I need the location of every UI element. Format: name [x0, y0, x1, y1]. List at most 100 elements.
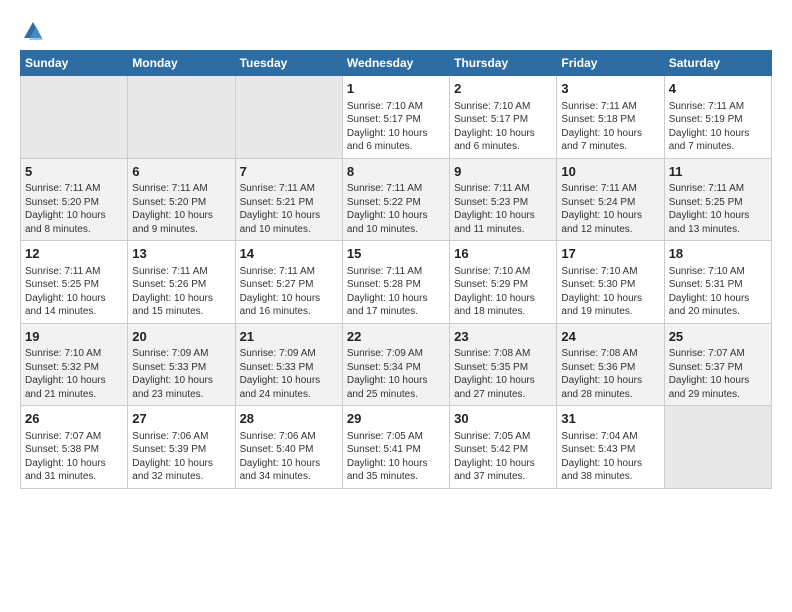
calendar-cell: 12Sunrise: 7:11 AMSunset: 5:25 PMDayligh… [21, 241, 128, 324]
calendar-week-row: 1Sunrise: 7:10 AMSunset: 5:17 PMDaylight… [21, 76, 772, 159]
sunrise-text: Sunrise: 7:11 AM [454, 183, 529, 194]
daylight-text: Daylight: 10 hours and 16 minutes. [240, 293, 321, 318]
day-number: 16 [454, 245, 552, 263]
sunrise-text: Sunrise: 7:08 AM [561, 348, 637, 359]
day-number: 13 [132, 245, 230, 263]
sunset-text: Sunset: 5:38 PM [25, 444, 99, 455]
daylight-text: Daylight: 10 hours and 25 minutes. [347, 375, 428, 400]
daylight-text: Daylight: 10 hours and 19 minutes. [561, 293, 642, 318]
weekday-header: Tuesday [235, 51, 342, 76]
day-number: 2 [454, 80, 552, 98]
weekday-header: Sunday [21, 51, 128, 76]
calendar-week-row: 19Sunrise: 7:10 AMSunset: 5:32 PMDayligh… [21, 323, 772, 406]
day-number: 26 [25, 410, 123, 428]
sunset-text: Sunset: 5:20 PM [132, 197, 206, 208]
calendar-cell: 24 Sunrise: 7:08 AM Sunset: 5:36 PM Dayligh… [557, 323, 664, 406]
calendar-cell: 1Sunrise: 7:10 AMSunset: 5:17 PMDaylight… [342, 76, 449, 159]
day-number: 29 [347, 410, 445, 428]
sunset-text: Sunset: 5:33 PM [132, 362, 206, 373]
sunrise-text: Sunrise: 7:07 AM [669, 348, 745, 359]
sunrise-text: Sunrise: 7:11 AM [561, 101, 636, 112]
calendar-cell: 3Sunrise: 7:11 AMSunset: 5:18 PMDaylight… [557, 76, 664, 159]
logo [20, 20, 44, 42]
sunset-text: Sunset: 5:31 PM [669, 279, 743, 290]
sunset-text: Sunset: 5:18 PM [561, 114, 635, 125]
sunrise-text: Sunrise: 7:11 AM [240, 266, 315, 277]
sunset-text: Sunset: 5:24 PM [561, 197, 635, 208]
sunrise-text: Sunrise: 7:04 AM [561, 431, 637, 442]
day-number: 9 [454, 163, 552, 181]
day-number: 21 [240, 328, 338, 346]
daylight-text: Daylight: 10 hours and 28 minutes. [561, 375, 642, 400]
sunrise-text: Sunrise: 7:09 AM [240, 348, 316, 359]
calendar-cell [21, 76, 128, 159]
calendar-cell: 13Sunrise: 7:11 AMSunset: 5:26 PMDayligh… [128, 241, 235, 324]
calendar-cell [235, 76, 342, 159]
sunrise-text: Sunrise: 7:11 AM [347, 183, 422, 194]
weekday-header: Monday [128, 51, 235, 76]
day-number: 25 [669, 328, 767, 346]
calendar-cell: 28Sunrise: 7:06 AMSunset: 5:40 PMDayligh… [235, 406, 342, 489]
sunset-text: Sunset: 5:35 PM [454, 362, 528, 373]
daylight-text: Daylight: 10 hours and 23 minutes. [132, 375, 213, 400]
sunrise-text: Sunrise: 7:05 AM [454, 431, 530, 442]
calendar-cell: 5Sunrise: 7:11 AMSunset: 5:20 PMDaylight… [21, 158, 128, 241]
sunset-text: Sunset: 5:25 PM [669, 197, 743, 208]
sunrise-text: Sunrise: 7:11 AM [669, 183, 744, 194]
day-number: 7 [240, 163, 338, 181]
daylight-text: Daylight: 10 hours and 13 minutes. [669, 210, 750, 235]
day-number: 5 [25, 163, 123, 181]
sunrise-text: Sunrise: 7:09 AM [347, 348, 423, 359]
calendar-cell: 25Sunrise: 7:07 AMSunset: 5:37 PMDayligh… [664, 323, 771, 406]
day-number: 27 [132, 410, 230, 428]
daylight-text: Daylight: 10 hours and 37 minutes. [454, 458, 535, 483]
day-number: 24 [561, 328, 659, 346]
sunset-text: Sunset: 5:32 PM [25, 362, 99, 373]
sunset-text: Sunset: 5:34 PM [347, 362, 421, 373]
sunset-text: Sunset: 5:22 PM [347, 197, 421, 208]
day-number: 14 [240, 245, 338, 263]
calendar-cell: 14Sunrise: 7:11 AMSunset: 5:27 PMDayligh… [235, 241, 342, 324]
daylight-text: Daylight: 10 hours and 17 minutes. [347, 293, 428, 318]
daylight-text: Daylight: 10 hours and 14 minutes. [25, 293, 106, 318]
calendar-cell: 16Sunrise: 7:10 AMSunset: 5:29 PMDayligh… [450, 241, 557, 324]
calendar-cell: 23Sunrise: 7:08 AMSunset: 5:35 PMDayligh… [450, 323, 557, 406]
calendar-cell: 26Sunrise: 7:07 AMSunset: 5:38 PMDayligh… [21, 406, 128, 489]
logo-icon [22, 20, 44, 42]
calendar-cell [128, 76, 235, 159]
calendar-cell: 6Sunrise: 7:11 AMSunset: 5:20 PMDaylight… [128, 158, 235, 241]
daylight-text: Daylight: 10 hours and 34 minutes. [240, 458, 321, 483]
day-number: 11 [669, 163, 767, 181]
calendar-cell: 10Sunrise: 7:11 AMSunset: 5:24 PMDayligh… [557, 158, 664, 241]
sunset-text: Sunset: 5:23 PM [454, 197, 528, 208]
calendar-cell: 11 Sunrise: 7:11 AM Sunset: 5:25 PM Dayligh… [664, 158, 771, 241]
daylight-text: Daylight: 10 hours and 27 minutes. [454, 375, 535, 400]
sunset-text: Sunset: 5:37 PM [669, 362, 743, 373]
daylight-text: Daylight: 10 hours and 7 minutes. [669, 128, 750, 153]
weekday-header: Saturday [664, 51, 771, 76]
day-number: 15 [347, 245, 445, 263]
calendar-cell: 2Sunrise: 7:10 AMSunset: 5:17 PMDaylight… [450, 76, 557, 159]
day-number: 22 [347, 328, 445, 346]
sunrise-text: Sunrise: 7:11 AM [669, 101, 744, 112]
daylight-text: Daylight: 10 hours and 20 minutes. [669, 293, 750, 318]
calendar-cell: 8Sunrise: 7:11 AMSunset: 5:22 PMDaylight… [342, 158, 449, 241]
calendar-cell [664, 406, 771, 489]
header [20, 16, 772, 42]
page: SundayMondayTuesdayWednesdayThursdayFrid… [0, 0, 792, 612]
sunrise-text: Sunrise: 7:07 AM [25, 431, 101, 442]
weekday-header: Friday [557, 51, 664, 76]
sunset-text: Sunset: 5:20 PM [25, 197, 99, 208]
sunrise-text: Sunrise: 7:05 AM [347, 431, 423, 442]
sunset-text: Sunset: 5:36 PM [561, 362, 635, 373]
calendar-cell: 7Sunrise: 7:11 AMSunset: 5:21 PMDaylight… [235, 158, 342, 241]
daylight-text: Daylight: 10 hours and 7 minutes. [561, 128, 642, 153]
daylight-text: Daylight: 10 hours and 15 minutes. [132, 293, 213, 318]
daylight-text: Daylight: 10 hours and 32 minutes. [132, 458, 213, 483]
sunset-text: Sunset: 5:29 PM [454, 279, 528, 290]
sunset-text: Sunset: 5:39 PM [132, 444, 206, 455]
daylight-text: Daylight: 10 hours and 6 minutes. [454, 128, 535, 153]
sunrise-text: Sunrise: 7:11 AM [132, 266, 207, 277]
sunrise-text: Sunrise: 7:10 AM [669, 266, 745, 277]
sunrise-text: Sunrise: 7:11 AM [25, 266, 100, 277]
